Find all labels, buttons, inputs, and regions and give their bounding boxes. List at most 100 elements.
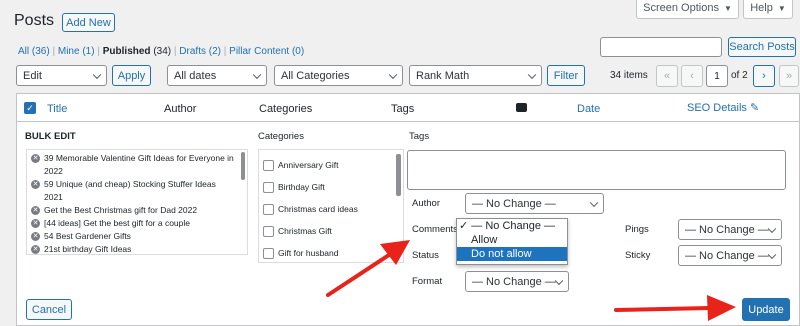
author-label: Author [412, 198, 440, 209]
category-label: Gift for husband [278, 248, 339, 258]
filter-all-label: All [18, 46, 30, 57]
list-item[interactable]: ✕ 21st birthday Gift Ideas [31, 243, 243, 254]
posts-table: ✓ Title Author Categories Tags Date SEO … [16, 93, 800, 326]
author-value: — No Change — [472, 197, 556, 210]
filter-separator: | [173, 46, 177, 57]
filter-drafts-count: (2) [208, 46, 221, 57]
format-value: — No Change — [472, 275, 556, 288]
prev-page-button[interactable]: ‹ [681, 65, 703, 87]
column-date[interactable]: Date [577, 103, 600, 115]
rank-math-select[interactable]: Rank Math [409, 65, 542, 86]
category-item[interactable]: Christmas card ideas [263, 198, 399, 220]
items-count: 34 items [610, 70, 648, 81]
comments-label: Comments [412, 224, 458, 235]
last-page-button[interactable]: » [779, 65, 799, 87]
filter-separator: | [97, 46, 100, 57]
checkbox[interactable] [263, 204, 274, 216]
filter-drafts[interactable]: Drafts (2) [179, 46, 221, 57]
author-select[interactable]: — No Change — [465, 193, 604, 214]
filter-pillar-content[interactable]: Pillar Content (0) [229, 46, 304, 57]
categories-select[interactable]: All Categories [274, 65, 403, 86]
bulk-edit-post-list[interactable]: ✕ 39 Memorable Valentine Gift Ideas for E… [26, 149, 248, 255]
category-item[interactable]: Christmas Gift [263, 220, 399, 242]
page-title: Posts [14, 12, 55, 29]
next-page-button[interactable]: › [753, 65, 775, 87]
add-new-button[interactable]: Add New [62, 13, 115, 32]
list-item[interactable]: ✕ 39 Memorable Valentine Gift Ideas for E… [31, 152, 243, 165]
filter-mine-count: (1) [82, 46, 95, 57]
search-input[interactable] [600, 37, 722, 57]
current-page-input[interactable]: 1 [706, 65, 728, 87]
caret-down-icon: ▼ [723, 3, 732, 13]
comments-dropdown[interactable]: ✓ — No Change — Allow Do not allow [456, 218, 568, 265]
comments-option-do-not-allow[interactable]: Do not allow [457, 247, 567, 261]
category-item[interactable]: Anniversary Gift [263, 154, 399, 176]
filter-button[interactable]: Filter [547, 65, 585, 86]
list-item[interactable]: ✕ 59 Unique (and cheap) Stocking Stuffer … [31, 178, 243, 191]
remove-icon[interactable]: ✕ [31, 219, 40, 229]
list-item[interactable]: ✕ Get the Best Christmas gift for Dad 202… [31, 204, 243, 217]
sticky-label: Sticky [625, 250, 651, 261]
chevron-down-icon [767, 250, 777, 259]
filter-mine[interactable]: Mine (1) [58, 46, 95, 57]
filter-published[interactable]: Published (34) [103, 46, 171, 57]
tags-heading: Tags [409, 131, 430, 142]
bulk-action-select[interactable]: Edit [16, 65, 107, 86]
status-filters: All (36) | Mine (1) | Published (34) | D… [18, 46, 304, 57]
apply-button[interactable]: Apply [112, 65, 151, 86]
update-button[interactable]: Update [742, 298, 790, 321]
list-scrollbar[interactable] [241, 152, 245, 180]
list-item[interactable]: ✕ 54 Best Gardener Gifts [31, 230, 243, 243]
help-button[interactable]: Help ▼ [743, 0, 793, 19]
list-item-continued: 2022 [44, 166, 63, 176]
categories-scrollbar[interactable] [396, 154, 401, 196]
remove-icon[interactable]: ✕ [31, 180, 40, 190]
remove-icon[interactable]: ✕ [31, 154, 40, 164]
remove-icon[interactable]: ✕ [31, 206, 40, 216]
remove-icon[interactable]: ✕ [31, 245, 40, 254]
format-select[interactable]: — No Change — [465, 271, 569, 292]
filter-all[interactable]: All (36) [18, 46, 50, 57]
page-total: of 2 [731, 70, 748, 81]
filter-pillar-count: (0) [291, 46, 305, 57]
chevron-down-icon [92, 70, 102, 79]
screen-options-button[interactable]: Screen Options ▼ [636, 0, 739, 19]
tags-textarea[interactable] [407, 150, 786, 190]
select-all-checkbox[interactable]: ✓ [24, 102, 36, 114]
dates-select[interactable]: All dates [167, 65, 267, 86]
list-item[interactable]: ✕ [44 ideas] Get the best gift for a coup… [31, 217, 243, 230]
category-item[interactable]: Birthday Gift [263, 176, 399, 198]
dates-value: All dates [174, 69, 217, 82]
pings-select[interactable]: — No Change — [678, 219, 782, 240]
table-header: ✓ Title Author Categories Tags Date SEO … [17, 94, 800, 122]
sticky-value: — No Change — [685, 249, 769, 262]
bulk-action-value: Edit [23, 69, 42, 82]
seo-details-label: SEO Details [687, 102, 747, 114]
cancel-button[interactable]: Cancel [26, 299, 72, 320]
post-title: [44 ideas] Get the best gift for a coupl… [44, 218, 191, 228]
chevron-down-icon [388, 70, 398, 79]
first-page-button[interactable]: « [656, 65, 678, 87]
current-page-value: 1 [714, 70, 720, 82]
post-title: 39 Memorable Valentine Gift Ideas for Ev… [44, 153, 234, 163]
categories-checklist[interactable]: Anniversary Gift Birthday Gift Christmas… [258, 149, 404, 263]
sticky-select[interactable]: — No Change — [678, 245, 782, 266]
comments-option-allow[interactable]: Allow [457, 233, 567, 247]
category-item[interactable]: Gift for husband [263, 242, 399, 262]
remove-icon[interactable]: ✕ [31, 232, 40, 242]
comment-bubble-icon [516, 103, 527, 112]
filter-drafts-label: Drafts [179, 46, 206, 57]
caret-down-icon: ▼ [777, 3, 786, 13]
post-title: 21st birthday Gift Ideas [44, 244, 132, 254]
comments-option-no-change[interactable]: ✓ — No Change — [457, 219, 567, 233]
filter-all-count: (36) [31, 46, 50, 57]
column-tags: Tags [391, 103, 415, 115]
column-seo-details[interactable]: SEO Details ✎ [687, 101, 759, 114]
checkbox[interactable] [263, 248, 274, 260]
list-item-continued: 2021 [44, 192, 63, 202]
column-title[interactable]: Title [47, 103, 67, 115]
checkbox[interactable] [263, 160, 274, 172]
search-posts-button[interactable]: Search Posts [728, 37, 796, 57]
checkbox[interactable] [263, 182, 274, 194]
checkbox[interactable] [263, 226, 274, 238]
